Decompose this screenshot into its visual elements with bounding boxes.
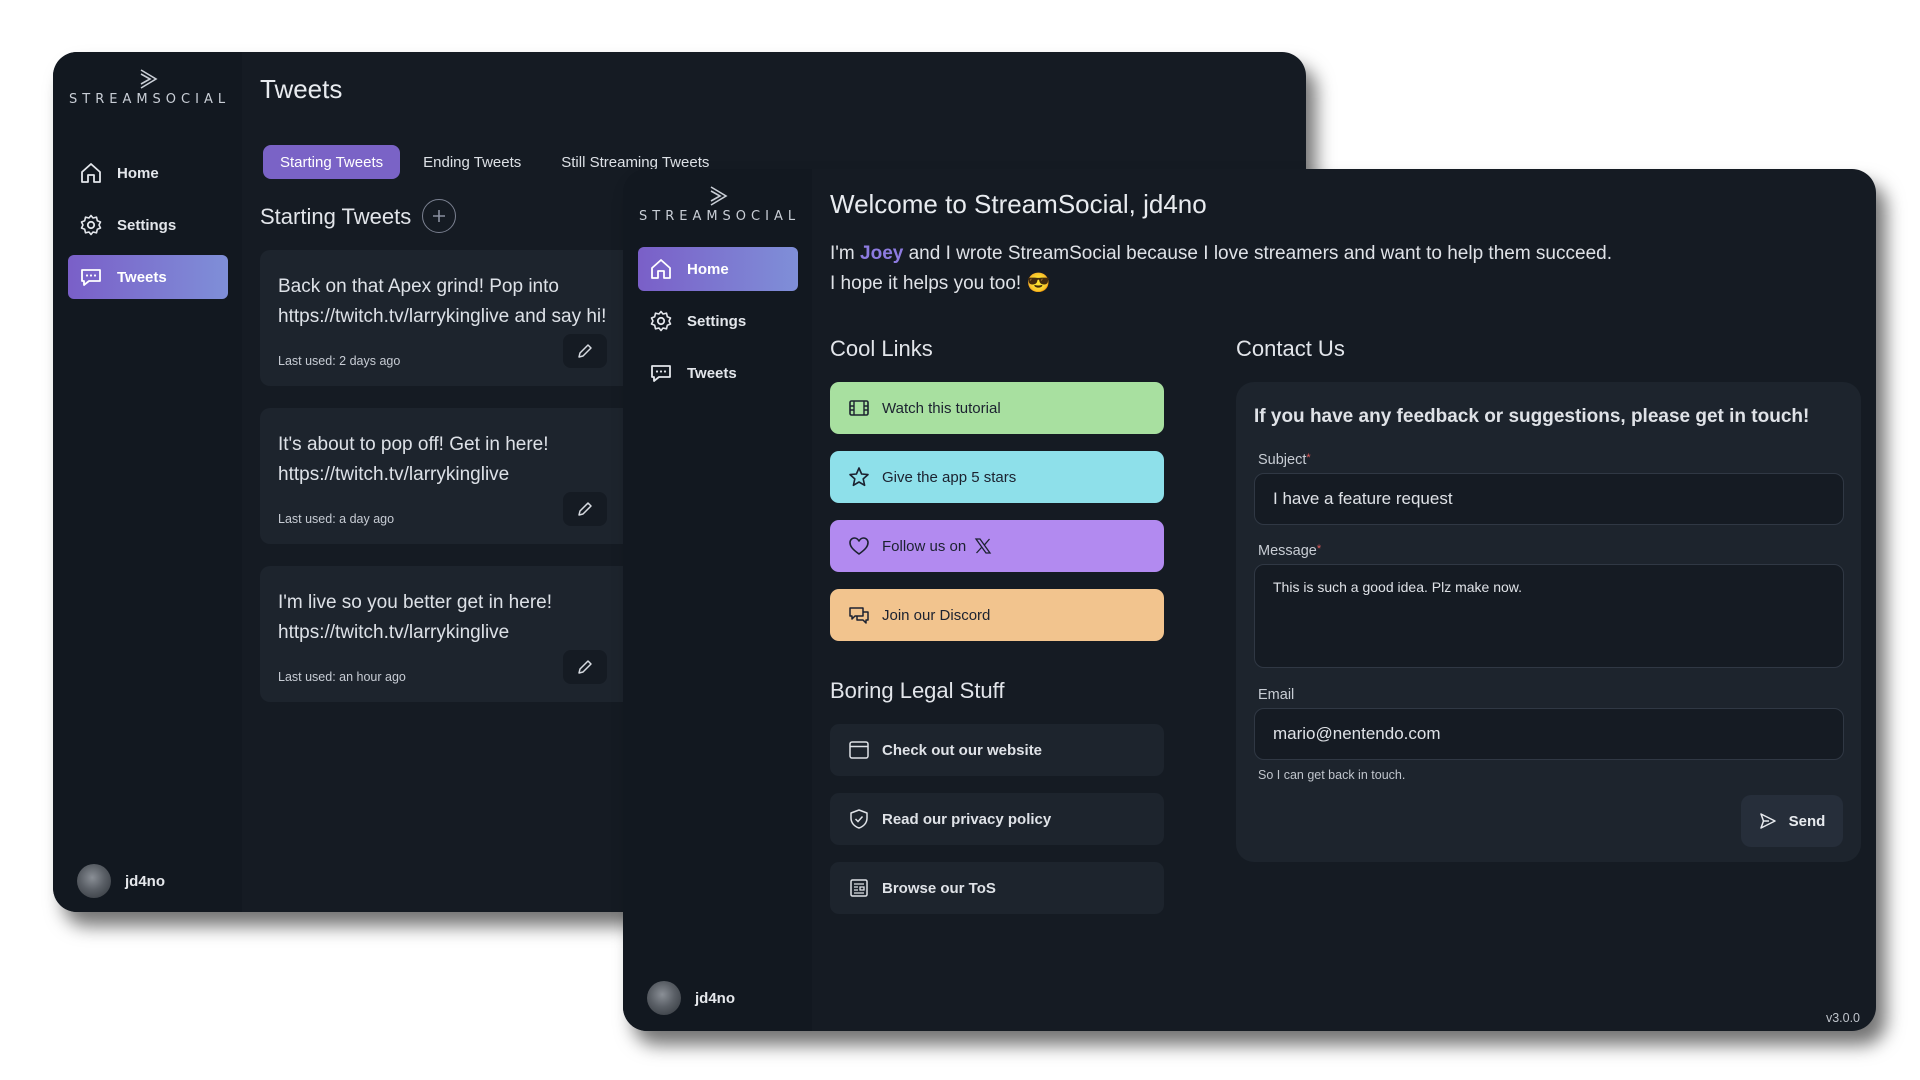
website-button[interactable]: Check out our website xyxy=(830,724,1164,776)
send-label: Send xyxy=(1788,812,1826,830)
contact-intro: If you have any feedback or suggestions,… xyxy=(1254,406,1810,427)
logo-play-icon xyxy=(140,69,158,89)
author-name: Joey xyxy=(860,243,904,264)
app-logo: STREAMSOCIAL xyxy=(69,68,229,107)
tweet-last-used: Last used: an hour ago xyxy=(278,670,406,684)
tab-ending-tweets[interactable]: Ending Tweets xyxy=(406,145,538,179)
browser-icon xyxy=(849,741,869,759)
link-label: Give the app 5 stars xyxy=(882,468,1017,486)
add-tweet-button[interactable] xyxy=(422,199,456,233)
shield-check-icon xyxy=(850,809,868,829)
edit-tweet-button[interactable] xyxy=(563,334,607,368)
link-label: Browse our ToS xyxy=(882,879,996,897)
user-profile[interactable]: jd4no xyxy=(647,981,735,1015)
subject-label: Subject* xyxy=(1258,452,1311,468)
sidebar-item-label: Settings xyxy=(117,216,177,234)
tos-button[interactable]: Browse our ToS xyxy=(830,862,1164,914)
sidebar-item-tweets[interactable]: Tweets xyxy=(638,351,798,395)
version-label: v3.0.0 xyxy=(1825,1011,1860,1025)
intro-line-2: I hope it helps you too! 😎 xyxy=(830,273,1051,294)
chat-bubble-icon xyxy=(81,269,101,286)
email-label: Email xyxy=(1258,687,1295,703)
document-icon xyxy=(850,879,868,897)
send-icon xyxy=(1759,813,1776,829)
sidebar-item-settings[interactable]: Settings xyxy=(68,203,228,247)
gear-icon xyxy=(650,310,672,332)
x-logo-icon xyxy=(974,538,992,554)
app-logo: STREAMSOCIAL xyxy=(639,185,799,224)
sidebar-item-label: Tweets xyxy=(687,364,737,382)
subject-label-text: Subject xyxy=(1258,452,1307,468)
intro-text: I'm Joey and I wrote StreamSocial becaus… xyxy=(830,239,1612,299)
email-field[interactable]: mario@nentendo.com xyxy=(1254,708,1844,760)
sidebar-item-label: Tweets xyxy=(117,268,167,286)
cool-links-title: Cool Links xyxy=(830,336,933,361)
required-marker: * xyxy=(1306,452,1311,464)
contact-title: Contact Us xyxy=(1236,336,1345,361)
home-icon xyxy=(81,163,101,183)
subject-input[interactable]: I have a feature request xyxy=(1254,473,1844,525)
username: jd4no xyxy=(125,872,165,890)
heart-icon xyxy=(849,537,869,555)
chat-bubble-icon xyxy=(651,365,671,382)
home-window: STREAMSOCIAL Home Settings Tweets jd4no … xyxy=(623,169,1876,1031)
section-title: Starting Tweets xyxy=(260,204,412,229)
privacy-policy-button[interactable]: Read our privacy policy xyxy=(830,793,1164,845)
page-title: Tweets xyxy=(260,74,343,104)
sidebar-item-label: Home xyxy=(687,260,729,278)
link-label: Join our Discord xyxy=(882,606,991,624)
sidebar-item-tweets[interactable]: Tweets xyxy=(68,255,228,299)
logo-text: STREAMSOCIAL xyxy=(69,92,231,107)
user-profile[interactable]: jd4no xyxy=(77,864,165,898)
watch-tutorial-button[interactable]: Watch this tutorial xyxy=(830,382,1164,434)
logo-play-icon xyxy=(710,186,728,206)
sidebar-item-settings[interactable]: Settings xyxy=(638,299,798,343)
required-marker: * xyxy=(1316,543,1322,555)
follow-on-x-button[interactable]: Follow us on xyxy=(830,520,1164,572)
link-label: Read our privacy policy xyxy=(882,810,1052,828)
sidebar: STREAMSOCIAL Home Settings Tweets jd4no xyxy=(623,169,812,1031)
tweet-last-used: Last used: 2 days ago xyxy=(278,354,401,368)
pencil-icon xyxy=(578,502,592,516)
username: jd4no xyxy=(695,989,735,1007)
link-label: Watch this tutorial xyxy=(882,399,1001,417)
sidebar-nav: Home Settings Tweets xyxy=(68,151,228,307)
avatar xyxy=(77,864,111,898)
pencil-icon xyxy=(578,344,592,358)
tab-starting-tweets[interactable]: Starting Tweets xyxy=(263,145,401,179)
send-button[interactable]: Send xyxy=(1741,795,1843,847)
home-icon xyxy=(651,259,671,279)
film-icon xyxy=(849,400,869,416)
pencil-icon xyxy=(578,660,592,674)
intro-prefix: I'm xyxy=(830,243,861,264)
chat-icon xyxy=(849,607,869,624)
sidebar-item-label: Home xyxy=(117,164,159,182)
avatar xyxy=(647,981,681,1015)
legal-title: Boring Legal Stuff xyxy=(830,678,1005,703)
sidebar: STREAMSOCIAL Home Settings Tweets jd4no xyxy=(53,52,242,912)
message-label: Message* xyxy=(1258,543,1321,559)
intro-line-1: I'm Joey and I wrote StreamSocial becaus… xyxy=(830,239,1612,269)
edit-tweet-button[interactable] xyxy=(563,650,607,684)
message-label-text: Message xyxy=(1258,543,1317,559)
sidebar-nav: Home Settings Tweets xyxy=(638,247,798,403)
join-discord-button[interactable]: Join our Discord xyxy=(830,589,1164,641)
logo-text: STREAMSOCIAL xyxy=(639,209,801,224)
rate-app-button[interactable]: Give the app 5 stars xyxy=(830,451,1164,503)
gear-icon xyxy=(80,214,102,236)
link-label: Follow us on xyxy=(882,537,967,555)
edit-tweet-button[interactable] xyxy=(563,492,607,526)
email-help-text: So I can get back in touch. xyxy=(1258,768,1406,782)
contact-form: If you have any feedback or suggestions,… xyxy=(1236,382,1861,862)
link-label: Check out our website xyxy=(882,741,1043,759)
star-icon xyxy=(849,467,869,487)
message-textarea[interactable]: This is such a good idea. Plz make now. xyxy=(1254,564,1844,668)
page-title: Welcome to StreamSocial, jd4no xyxy=(830,189,1207,219)
intro-suffix: and I wrote StreamSocial because I love … xyxy=(903,243,1612,264)
sidebar-item-home[interactable]: Home xyxy=(68,151,228,195)
tweet-last-used: Last used: a day ago xyxy=(278,512,395,526)
sidebar-item-home[interactable]: Home xyxy=(638,247,798,291)
sidebar-item-label: Settings xyxy=(687,312,747,330)
plus-icon xyxy=(433,210,445,222)
